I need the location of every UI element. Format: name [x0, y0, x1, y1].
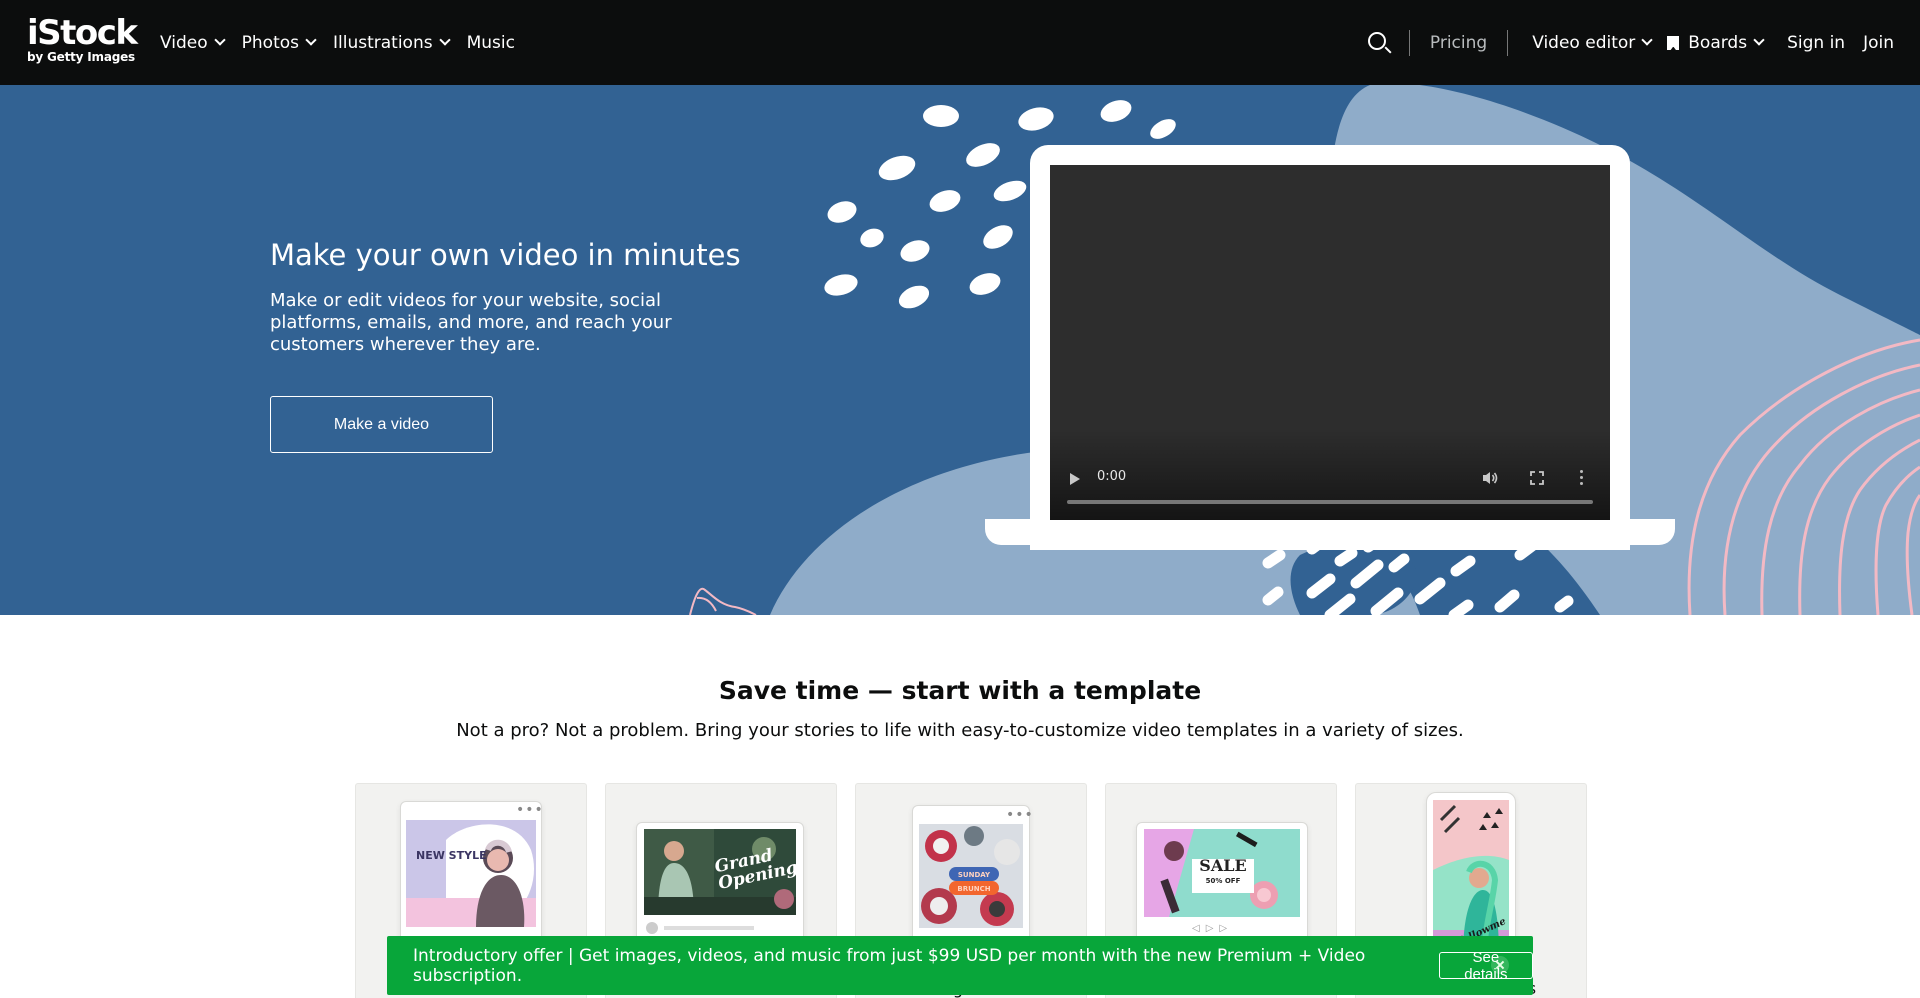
join-link[interactable]: Join — [1863, 33, 1894, 53]
more-options-icon[interactable] — [1580, 470, 1584, 486]
promo-banner: Introductory offer | Get images, videos,… — [387, 936, 1533, 995]
templates-section-title: Save time — start with a template — [718, 676, 1202, 705]
nav-illustrations-dropdown[interactable]: Illustrations — [333, 32, 451, 53]
search-icon[interactable] — [1367, 31, 1392, 55]
video-time: 0:00 — [1097, 469, 1127, 484]
chevron-down-icon — [1753, 34, 1765, 46]
laptop-base — [985, 519, 1675, 545]
chevron-down-icon — [438, 34, 451, 46]
player-controls-icon: ◁▷▷ — [1192, 923, 1234, 934]
hero-banner: Make your own video in minutes Make or e… — [0, 85, 1920, 615]
templates-section-subtitle: Not a pro? Not a problem. Bring your sto… — [456, 720, 1464, 741]
more-dots-icon: ••• — [1006, 807, 1034, 823]
sign-in-link[interactable]: Sign in — [1787, 33, 1845, 53]
istock-logo[interactable]: iStock by Getty Images — [27, 13, 138, 64]
nav-music-link[interactable]: Music — [467, 33, 515, 53]
nav-music-label: Music — [466, 32, 515, 53]
nav-divider — [1408, 29, 1410, 56]
secondary-nav: Pricing Video editor Boards Sign in Join — [1367, 0, 1894, 85]
fullscreen-icon[interactable] — [1530, 471, 1544, 485]
video-editor-label: Video editor — [1532, 32, 1636, 53]
nav-photos-label: Photos — [241, 32, 299, 53]
primary-nav: Video Photos Illustrations Music — [160, 0, 515, 85]
nav-video-label: Video — [160, 32, 208, 53]
video-player[interactable]: 0:00 — [1050, 165, 1610, 520]
boards-dropdown[interactable]: Boards — [1667, 32, 1765, 53]
nav-divider — [1507, 29, 1509, 56]
play-icon[interactable] — [1070, 473, 1080, 485]
close-icon[interactable] — [1491, 956, 1509, 974]
hero-description: Make or edit videos for your website, so… — [270, 290, 672, 355]
boards-label: Boards — [1688, 32, 1748, 53]
promo-text: Introductory offer | Get images, videos,… — [413, 945, 1366, 986]
template-thumbnail: #followme — [1433, 800, 1509, 956]
video-editor-dropdown[interactable]: Video editor — [1532, 32, 1653, 53]
more-dots-icon: ••• — [516, 802, 544, 818]
thumbnail-caption: NEW STYLE — [416, 849, 487, 862]
nav-photos-dropdown[interactable]: Photos — [241, 32, 317, 53]
template-thumbnail: NEW STYLE — [406, 820, 536, 927]
video-progress-bar[interactable] — [1067, 500, 1593, 504]
nav-illustrations-label: Illustrations — [333, 32, 433, 53]
thumbnail-caption: SALE — [1199, 856, 1247, 875]
volume-icon[interactable] — [1482, 471, 1498, 485]
logo-brand-text: iStock — [27, 13, 138, 53]
make-a-video-button[interactable]: Make a video — [270, 396, 493, 453]
logo-subtext: by Getty Images — [27, 50, 135, 64]
thumbnail-subcaption: 50% OFF — [1205, 877, 1241, 885]
see-details-button[interactable]: See details — [1438, 949, 1533, 983]
template-thumbnail: SUNDAY BRUNCH — [919, 824, 1023, 928]
thumbnail-caption: SUNDAY BRUNCH — [957, 871, 991, 893]
template-thumbnail: SALE 50% OFF — [1144, 829, 1300, 917]
top-navigation-bar: iStock by Getty Images Video Photos Illu… — [0, 0, 1920, 85]
chevron-down-icon — [213, 34, 226, 46]
hero-title: Make your own video in minutes — [270, 238, 741, 272]
bookmark-icon — [1667, 35, 1680, 50]
chevron-down-icon — [1641, 34, 1653, 46]
chevron-down-icon — [305, 34, 317, 46]
template-thumbnail: Grand Opening — [644, 829, 796, 915]
nav-video-dropdown[interactable]: Video — [160, 32, 226, 53]
pricing-link[interactable]: Pricing — [1430, 33, 1487, 53]
